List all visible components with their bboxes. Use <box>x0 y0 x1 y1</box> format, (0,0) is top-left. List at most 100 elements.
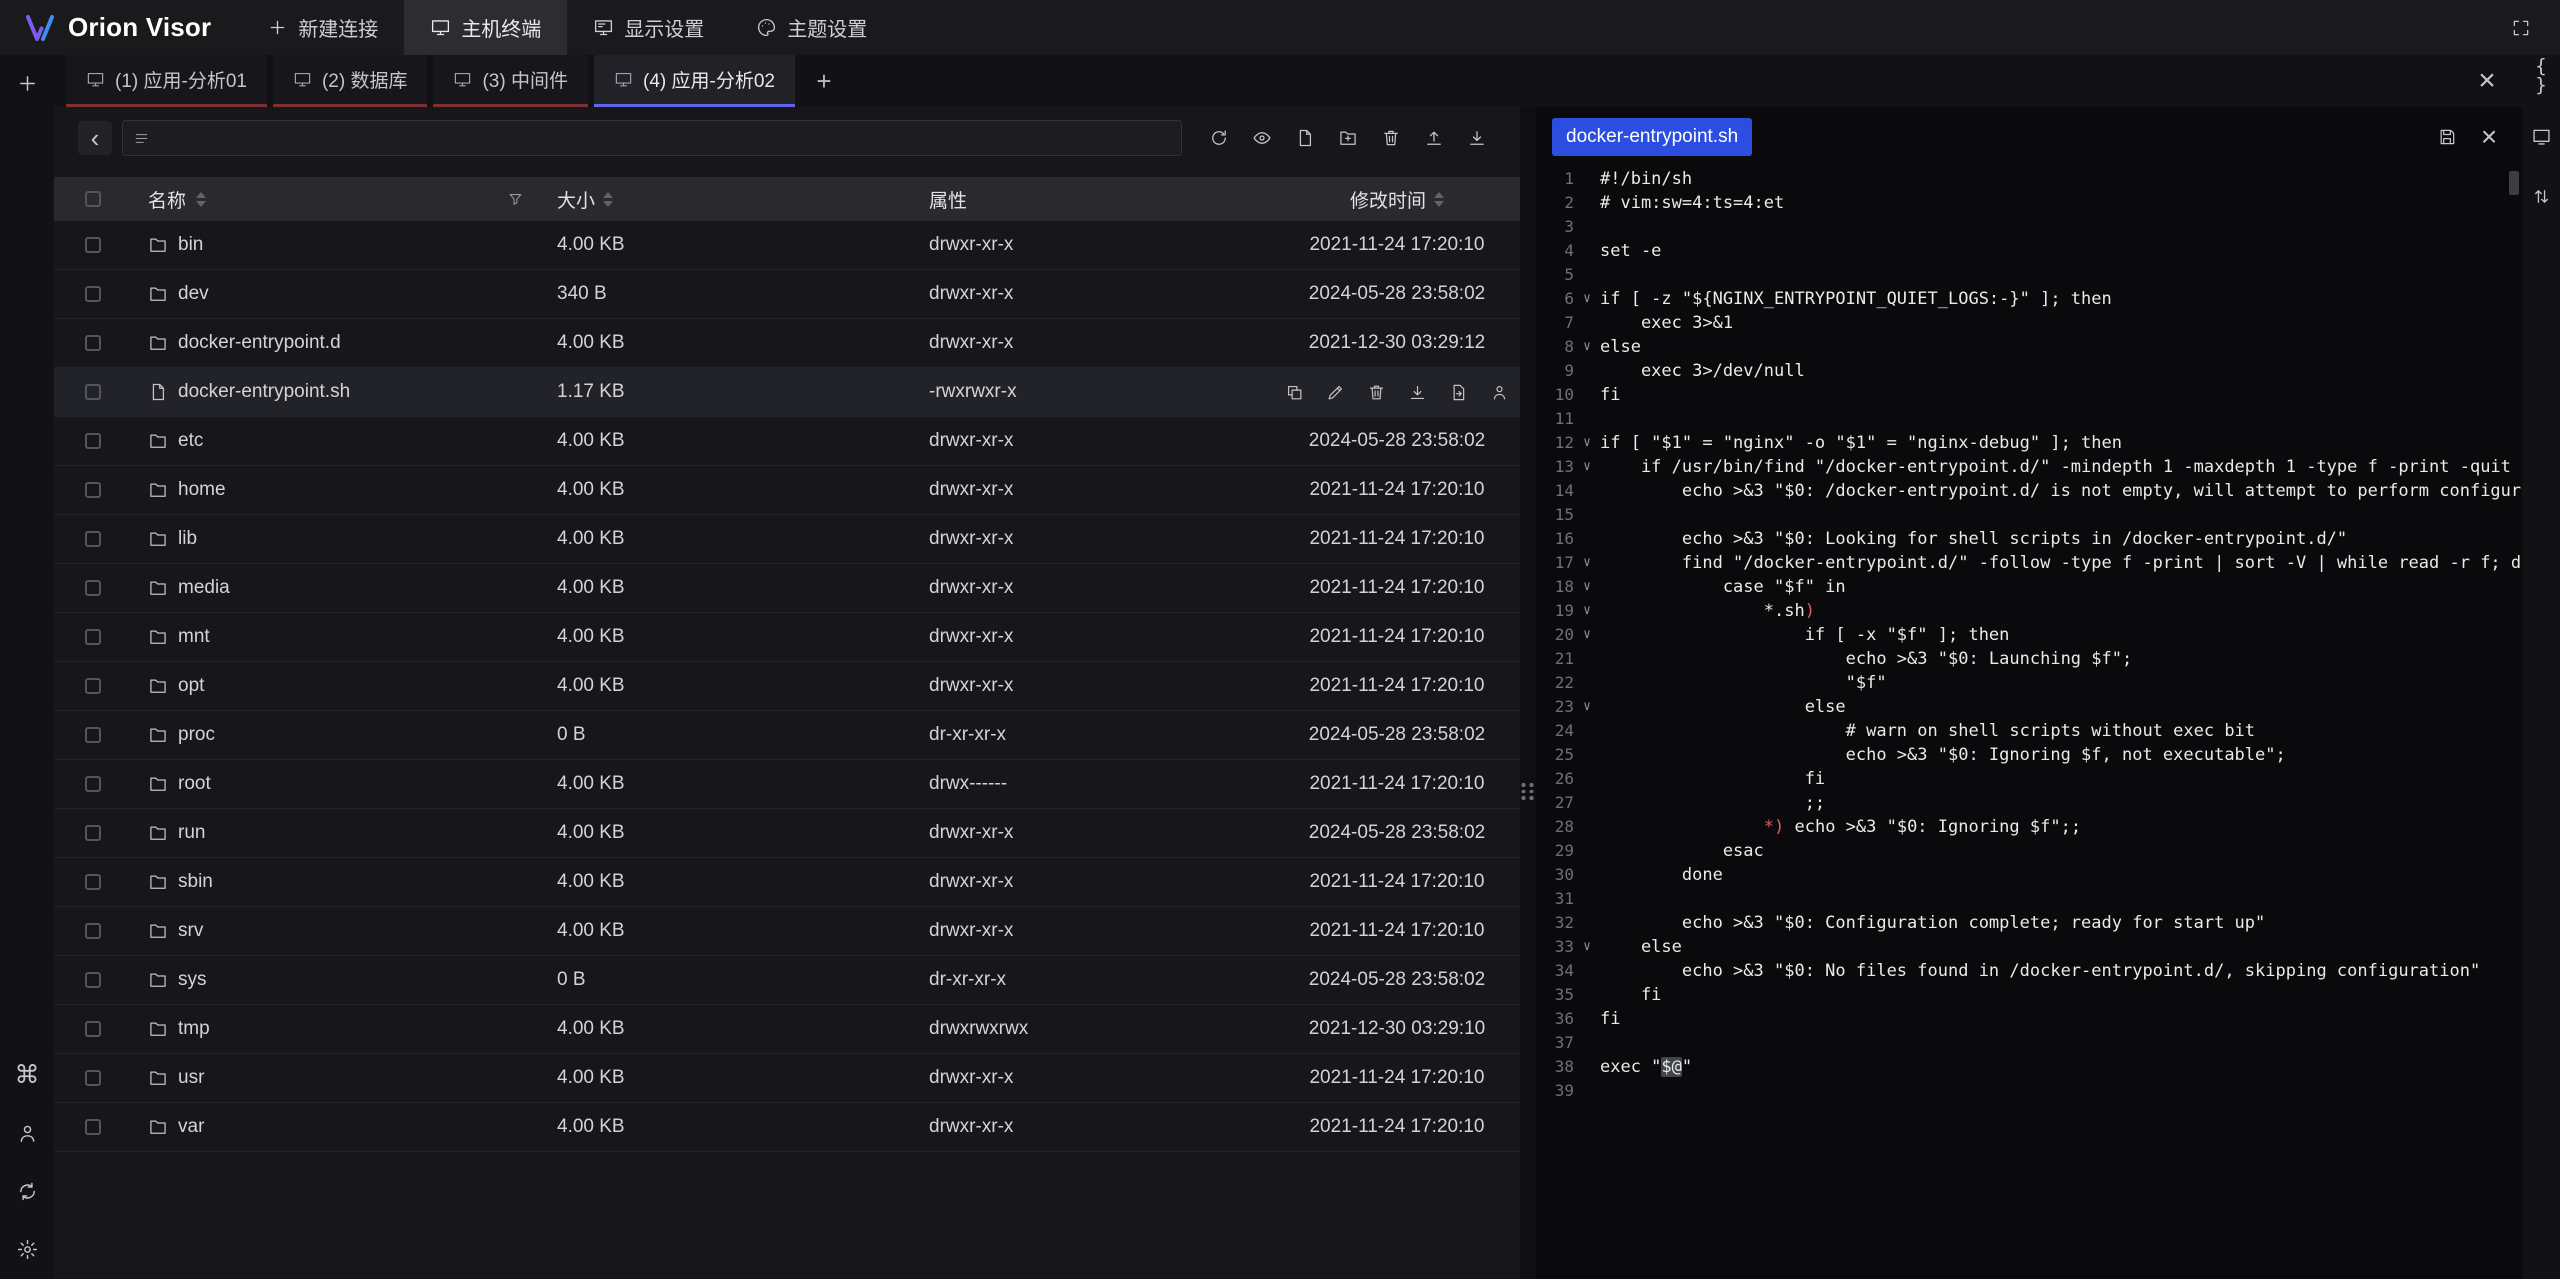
file-name[interactable]: lib <box>178 528 197 550</box>
row-checkbox[interactable] <box>85 727 101 743</box>
row-checkbox[interactable] <box>85 433 101 449</box>
refresh-button[interactable] <box>1200 119 1238 157</box>
row-action-delete[interactable] <box>1367 383 1386 402</box>
column-name[interactable]: 名称 <box>148 186 186 213</box>
row-checkbox[interactable] <box>85 237 101 253</box>
line-swap-button[interactable] <box>2526 181 2556 211</box>
row-checkbox[interactable] <box>85 1070 101 1086</box>
file-name[interactable]: mnt <box>178 626 210 648</box>
row-checkbox[interactable] <box>85 1119 101 1135</box>
preview-button[interactable] <box>1243 119 1281 157</box>
file-row-sys[interactable]: sys0 Bdr-xr-xr-x2024-05-28 23:58:02 <box>54 956 1520 1005</box>
row-action-move[interactable] <box>1449 383 1468 402</box>
fold-chevron-icon[interactable]: ∨ <box>1574 935 1600 959</box>
file-row-srv[interactable]: srv4.00 KBdrwxr-xr-x2021-11-24 17:20:10 <box>54 907 1520 956</box>
back-button[interactable]: ‹ <box>78 121 112 155</box>
splitter-handle[interactable] <box>1522 783 1535 800</box>
path-input[interactable] <box>158 128 1171 149</box>
editor-close-button[interactable]: × <box>2472 120 2506 154</box>
row-checkbox[interactable] <box>85 923 101 939</box>
row-checkbox[interactable] <box>85 580 101 596</box>
upload-button[interactable] <box>1415 119 1453 157</box>
fold-chevron-icon[interactable]: ∨ <box>1574 575 1600 599</box>
row-checkbox[interactable] <box>85 678 101 694</box>
row-checkbox[interactable] <box>85 874 101 890</box>
new-folder-button[interactable] <box>1329 119 1367 157</box>
column-size[interactable]: 大小 <box>557 186 595 213</box>
fold-chevron-icon[interactable]: ∨ <box>1574 695 1600 719</box>
file-row-var[interactable]: var4.00 KBdrwxr-xr-x2021-11-24 17:20:10 <box>54 1103 1520 1152</box>
file-name[interactable]: docker-entrypoint.d <box>178 332 341 354</box>
terminal-tab-4[interactable]: (4) 应用-分析02 <box>594 55 795 107</box>
fold-chevron-icon[interactable]: ∨ <box>1574 455 1600 479</box>
plus-button[interactable] <box>11 67 43 99</box>
row-checkbox[interactable] <box>85 1021 101 1037</box>
file-row-proc[interactable]: proc0 Bdr-xr-xr-x2024-05-28 23:58:02 <box>54 711 1520 760</box>
file-row-docker-entrypoint.d[interactable]: docker-entrypoint.d4.00 KBdrwxr-xr-x2021… <box>54 319 1520 368</box>
row-checkbox[interactable] <box>85 629 101 645</box>
select-all-checkbox[interactable] <box>85 191 101 207</box>
file-row-docker-entrypoint.sh[interactable]: docker-entrypoint.sh1.17 KB-rwxrwxr-x <box>54 368 1520 417</box>
row-action-edit[interactable] <box>1326 383 1345 402</box>
file-row-home[interactable]: home4.00 KBdrwxr-xr-x2021-11-24 17:20:10 <box>54 466 1520 515</box>
terminal-tab-2[interactable]: (2) 数据库 <box>273 55 428 107</box>
command-button[interactable]: ⌘ <box>11 1059 43 1091</box>
file-row-etc[interactable]: etc4.00 KBdrwxr-xr-x2024-05-28 23:58:02 <box>54 417 1520 466</box>
filter-icon[interactable] <box>507 191 524 208</box>
file-name[interactable]: tmp <box>178 1018 210 1040</box>
file-row-media[interactable]: media4.00 KBdrwxr-xr-x2021-11-24 17:20:1… <box>54 564 1520 613</box>
file-name[interactable]: bin <box>178 234 203 256</box>
terminal-tab-3[interactable]: (3) 中间件 <box>433 55 588 107</box>
fold-chevron-icon[interactable]: ∨ <box>1574 287 1600 311</box>
file-row-opt[interactable]: opt4.00 KBdrwxr-xr-x2021-11-24 17:20:10 <box>54 662 1520 711</box>
row-checkbox[interactable] <box>85 776 101 792</box>
row-action-copy[interactable] <box>1285 383 1304 402</box>
row-checkbox[interactable] <box>85 972 101 988</box>
row-checkbox[interactable] <box>85 384 101 400</box>
new-tab-button[interactable]: + <box>801 55 847 107</box>
fold-chevron-icon[interactable]: ∨ <box>1574 335 1600 359</box>
row-action-permission[interactable] <box>1490 383 1509 402</box>
sort-size-icon[interactable] <box>603 192 613 207</box>
screen-button[interactable] <box>2526 121 2556 151</box>
fold-chevron-icon[interactable]: ∨ <box>1574 431 1600 455</box>
topbar-menu-display[interactable]: 显示设置 <box>567 0 730 55</box>
file-row-dev[interactable]: dev340 Bdrwxr-xr-x2024-05-28 23:58:02 <box>54 270 1520 319</box>
file-name[interactable]: sys <box>178 969 207 991</box>
fullscreen-button[interactable] <box>2502 9 2540 47</box>
topbar-menu-plus[interactable]: 新建连接 <box>241 0 404 55</box>
delete-button[interactable] <box>1372 119 1410 157</box>
file-name[interactable]: var <box>178 1116 204 1138</box>
topbar-menu-terminal[interactable]: 主机终端 <box>404 0 567 55</box>
row-checkbox[interactable] <box>85 335 101 351</box>
braces-button[interactable]: { } <box>2526 61 2556 91</box>
column-mtime[interactable]: 修改时间 <box>1350 186 1426 213</box>
file-row-sbin[interactable]: sbin4.00 KBdrwxr-xr-x2021-11-24 17:20:10 <box>54 858 1520 907</box>
close-panel-button[interactable]: × <box>2468 62 2506 100</box>
file-name[interactable]: usr <box>178 1067 204 1089</box>
file-row-mnt[interactable]: mnt4.00 KBdrwxr-xr-x2021-11-24 17:20:10 <box>54 613 1520 662</box>
fold-chevron-icon[interactable]: ∨ <box>1574 623 1600 647</box>
file-name[interactable]: dev <box>178 283 209 305</box>
sync-button[interactable] <box>11 1175 43 1207</box>
fold-chevron-icon[interactable]: ∨ <box>1574 599 1600 623</box>
fold-chevron-icon[interactable]: ∨ <box>1574 551 1600 575</box>
file-name[interactable]: root <box>178 773 211 795</box>
download-button[interactable] <box>1458 119 1496 157</box>
row-checkbox[interactable] <box>85 825 101 841</box>
sort-mtime-icon[interactable] <box>1434 192 1444 207</box>
row-checkbox[interactable] <box>85 531 101 547</box>
file-name[interactable]: run <box>178 822 205 844</box>
file-name[interactable]: opt <box>178 675 204 697</box>
file-name[interactable]: media <box>178 577 230 599</box>
editor-file-chip[interactable]: docker-entrypoint.sh <box>1552 118 1752 156</box>
file-row-usr[interactable]: usr4.00 KBdrwxr-xr-x2021-11-24 17:20:10 <box>54 1054 1520 1103</box>
code-editor[interactable]: 1#!/bin/sh2# vim:sw=4:ts=4:et34set -e56∨… <box>1536 167 2522 1279</box>
file-name[interactable]: sbin <box>178 871 213 893</box>
user-button[interactable] <box>11 1117 43 1149</box>
row-action-download[interactable] <box>1408 383 1427 402</box>
new-file-button[interactable] <box>1286 119 1324 157</box>
file-row-bin[interactable]: bin4.00 KBdrwxr-xr-x2021-11-24 17:20:10 <box>54 221 1520 270</box>
settings-button[interactable] <box>11 1233 43 1265</box>
topbar-menu-theme[interactable]: 主题设置 <box>730 0 893 55</box>
